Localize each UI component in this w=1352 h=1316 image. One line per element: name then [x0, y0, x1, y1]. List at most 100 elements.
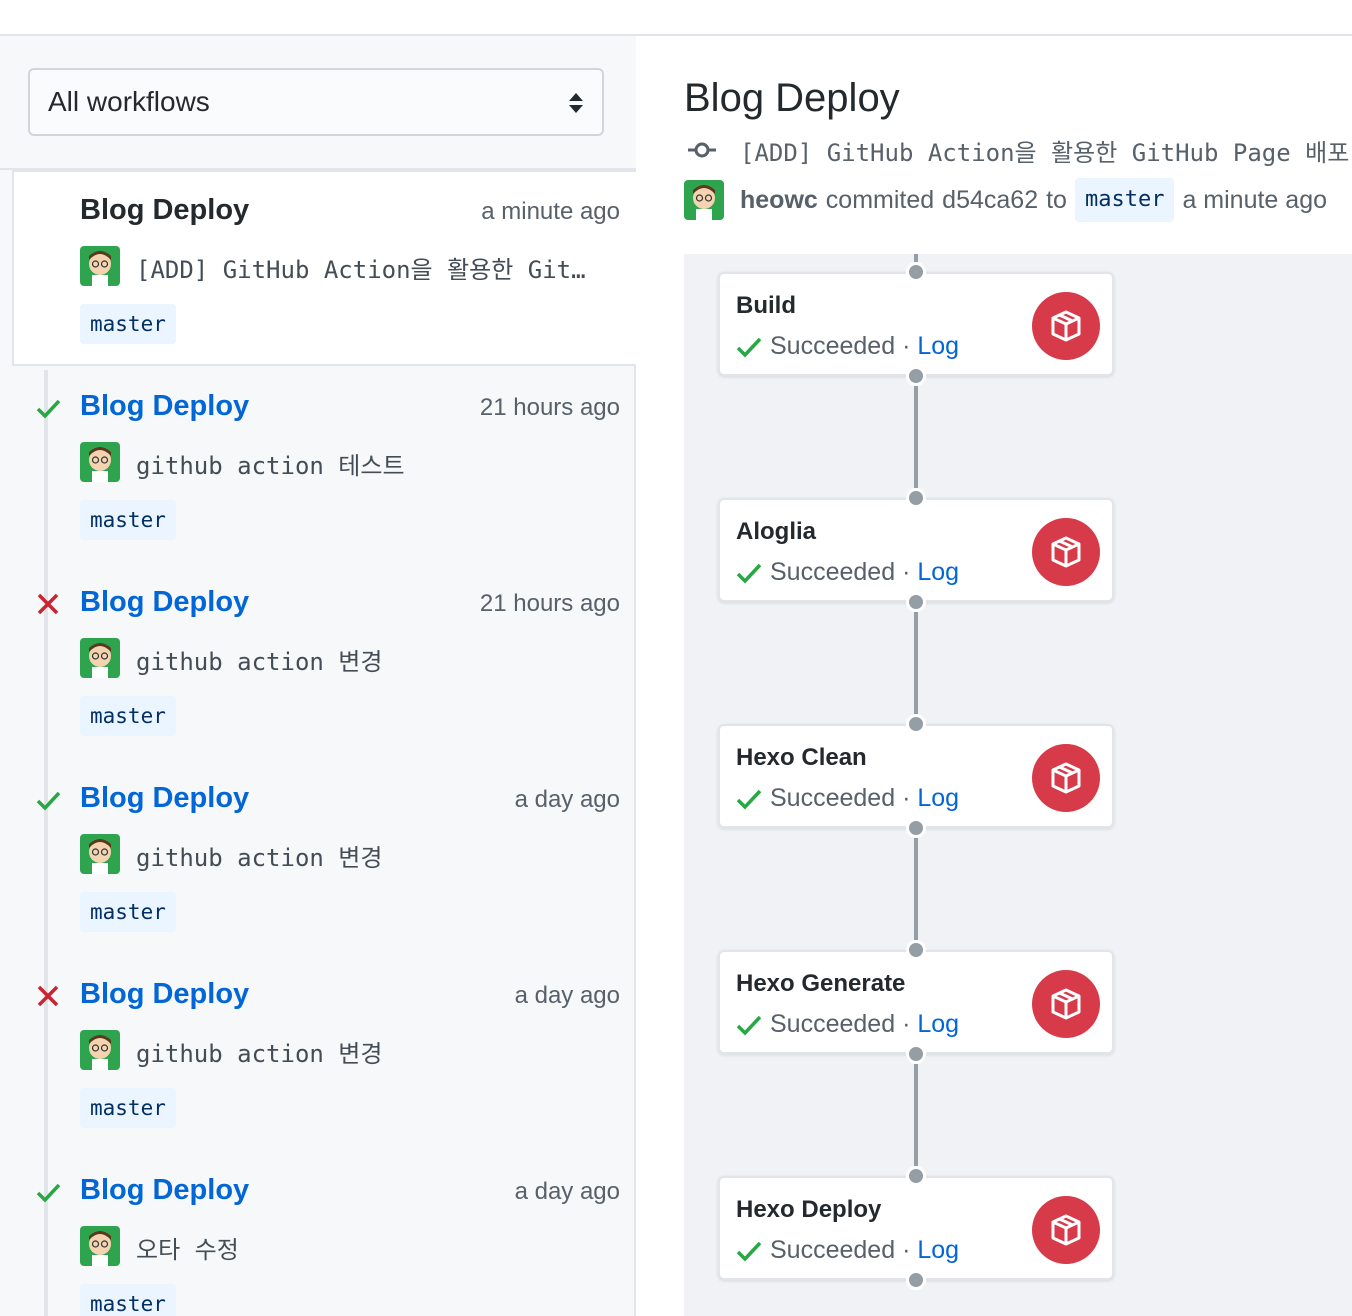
- avatar: [80, 638, 120, 678]
- job-status: Succeeded · Log: [736, 558, 959, 587]
- job-name: Aloglia: [736, 518, 817, 545]
- package-icon[interactable]: [1032, 292, 1100, 360]
- job-status: Succeeded · Log: [736, 1236, 959, 1265]
- commit-verb: commited: [825, 185, 935, 214]
- check-icon: [36, 399, 61, 419]
- commit-sha[interactable]: d54ca62: [942, 186, 1038, 215]
- graph-node-dot: [906, 262, 926, 282]
- run-title-link[interactable]: Blog Deploy: [80, 390, 249, 423]
- job-name: Hexo Generate: [736, 970, 906, 997]
- log-link[interactable]: Log: [917, 558, 959, 587]
- workflow-run-item[interactable]: Blog Deploy a day ago github action 변경 m…: [0, 760, 636, 956]
- sidebar-header: All workflows: [0, 36, 636, 170]
- commit-author-line: heowc commited d54ca62 to master a minut…: [684, 178, 1327, 222]
- graph-node-dot: [906, 1044, 926, 1064]
- job-name: Hexo Deploy: [736, 1196, 882, 1223]
- run-commit-message: github action 변경: [136, 1040, 383, 1068]
- x-icon: [37, 593, 59, 615]
- branch-tag[interactable]: master: [80, 304, 176, 344]
- job-status-text: Succeeded: [770, 1236, 896, 1264]
- run-time: a minute ago: [481, 198, 620, 225]
- workflow-runs-sidebar: All workflows Blog Deploy a minute ago […: [0, 36, 636, 1316]
- job-card[interactable]: Hexo Generate Succeeded · Log: [718, 950, 1114, 1054]
- select-arrows-icon: [569, 93, 583, 113]
- job-status: Succeeded · Log: [736, 332, 959, 361]
- commit-message[interactable]: [ADD] GitHub Action을 활용한 GitHub Page 배포: [740, 133, 1349, 168]
- workflow-graph: Build Succeeded · Log Aloglia Succeeded …: [684, 254, 1352, 1316]
- graph-node-dot: [906, 818, 926, 838]
- run-commit-message: github action 변경: [136, 648, 383, 676]
- run-time: a day ago: [514, 1178, 620, 1205]
- run-time: 21 hours ago: [479, 590, 620, 617]
- commit-summary: [ADD] GitHub Action을 활용한 GitHub Page 배포: [684, 132, 1349, 168]
- log-link[interactable]: Log: [917, 1236, 959, 1265]
- graph-connector: [914, 828, 918, 950]
- graph-node-dot: [906, 940, 926, 960]
- run-time: a day ago: [514, 786, 620, 813]
- check-icon: [736, 563, 762, 584]
- avatar: [80, 246, 120, 286]
- page-title: Blog Deploy: [684, 76, 900, 120]
- graph-connector: [914, 1054, 918, 1176]
- avatar: [80, 442, 120, 482]
- graph-node-dot: [906, 1270, 926, 1290]
- workflow-run-item[interactable]: Blog Deploy 21 hours ago github action 변…: [0, 564, 636, 760]
- check-icon: [36, 791, 61, 811]
- branch-tag[interactable]: master: [80, 1088, 176, 1128]
- job-name: Build: [736, 292, 796, 319]
- top-bar: [0, 0, 1352, 36]
- check-icon: [736, 337, 762, 358]
- job-status-text: Succeeded: [770, 558, 896, 586]
- run-title-link[interactable]: Blog Deploy: [80, 978, 249, 1011]
- check-icon: [736, 1015, 762, 1036]
- job-name: Hexo Clean: [736, 744, 867, 771]
- avatar: [80, 834, 120, 874]
- job-card[interactable]: Hexo Clean Succeeded · Log: [718, 724, 1114, 828]
- graph-node-dot: [906, 714, 926, 734]
- graph-connector: [914, 602, 918, 724]
- job-status: Succeeded · Log: [736, 784, 959, 813]
- check-icon: [736, 1241, 762, 1262]
- workflow-run-item[interactable]: Blog Deploy a day ago github action 변경 m…: [0, 956, 636, 1152]
- run-commit-message: github action 변경: [136, 844, 383, 872]
- branch-tag[interactable]: master: [80, 892, 176, 932]
- branch-tag[interactable]: master: [80, 500, 176, 540]
- log-link[interactable]: Log: [917, 1010, 959, 1039]
- separator: ·: [902, 784, 911, 812]
- separator: ·: [902, 1236, 911, 1264]
- workflow-run-item-selected[interactable]: Blog Deploy a minute ago [ADD] GitHub Ac…: [12, 170, 636, 366]
- avatar: [80, 1226, 120, 1266]
- package-icon[interactable]: [1032, 1196, 1100, 1264]
- log-link[interactable]: Log: [917, 332, 959, 361]
- commit-time: a minute ago: [1182, 185, 1327, 214]
- package-icon[interactable]: [1032, 970, 1100, 1038]
- git-commit-icon: [688, 142, 716, 158]
- job-status-text: Succeeded: [770, 1010, 896, 1038]
- branch-tag[interactable]: master: [80, 696, 176, 736]
- workflow-filter-select[interactable]: All workflows: [28, 68, 604, 136]
- job-status-text: Succeeded: [770, 332, 896, 360]
- job-status-text: Succeeded: [770, 784, 896, 812]
- check-icon: [36, 1183, 61, 1203]
- branch-tag[interactable]: master: [1074, 178, 1175, 222]
- log-link[interactable]: Log: [917, 784, 959, 813]
- package-icon[interactable]: [1032, 518, 1100, 586]
- to-word: to: [1046, 185, 1067, 214]
- run-title-link[interactable]: Blog Deploy: [80, 782, 249, 815]
- run-title-link[interactable]: Blog Deploy: [80, 1174, 249, 1207]
- package-icon[interactable]: [1032, 744, 1100, 812]
- workflow-run-item[interactable]: Blog Deploy 21 hours ago github action 테…: [0, 368, 636, 564]
- graph-connector: [914, 376, 918, 498]
- job-card[interactable]: Build Succeeded · Log: [718, 272, 1114, 376]
- graph-node-dot: [906, 1166, 926, 1186]
- workflow-run-item[interactable]: Blog Deploy a day ago 오타 수정 master: [0, 1152, 636, 1316]
- separator: ·: [902, 558, 911, 586]
- job-card[interactable]: Aloglia Succeeded · Log: [718, 498, 1114, 602]
- run-commit-message: 오타 수정: [136, 1236, 239, 1264]
- branch-tag[interactable]: master: [80, 1284, 176, 1316]
- run-commit-message: github action 테스트: [136, 452, 405, 480]
- job-card[interactable]: Hexo Deploy Succeeded · Log: [718, 1176, 1114, 1280]
- run-title-link[interactable]: Blog Deploy: [80, 586, 249, 619]
- job-status: Succeeded · Log: [736, 1010, 959, 1039]
- author-name[interactable]: heowc: [740, 186, 818, 215]
